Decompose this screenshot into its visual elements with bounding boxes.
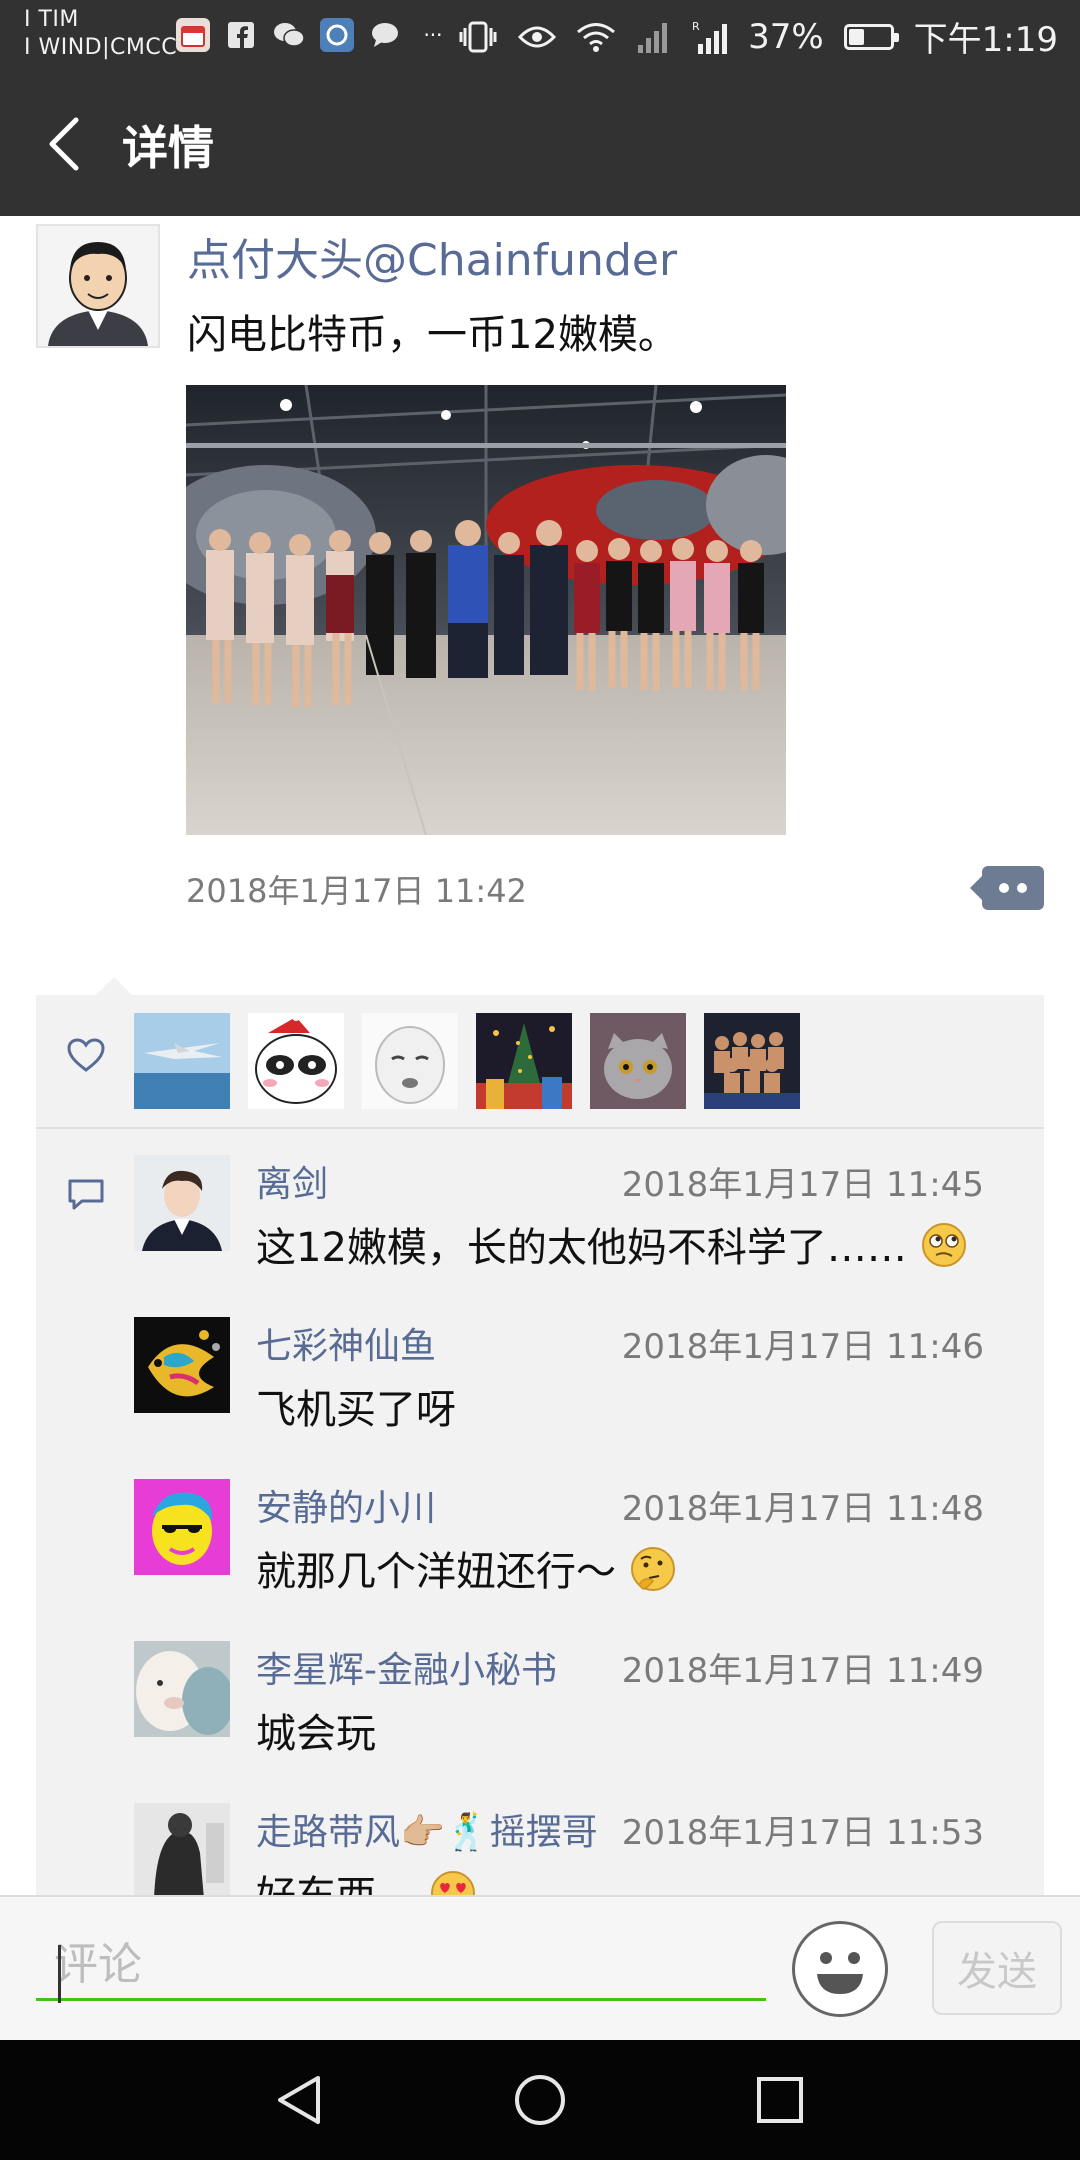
commenter-avatar[interactable] [134, 1641, 230, 1737]
system-navigation-bar [0, 2040, 1080, 2160]
comment-body: 飞机买了呀 [256, 1387, 456, 1433]
eye-icon [518, 26, 557, 47]
commenter-name[interactable]: 李星辉-金融小秘书 [256, 1641, 557, 1693]
panel-pointer [96, 977, 132, 995]
thinking-eyes-emoji-icon [921, 1223, 966, 1267]
commenter-name[interactable]: 安静的小川 [256, 1479, 436, 1531]
battery-icon [843, 23, 899, 50]
nav-home-button[interactable] [504, 2064, 576, 2136]
commenter-name[interactable]: 七彩神仙鱼 [256, 1317, 436, 1369]
smiley-icon [817, 1952, 863, 1994]
commenter-avatar[interactable] [134, 1479, 230, 1575]
likes-row [36, 995, 1044, 1129]
wechat-icon [272, 18, 306, 52]
nav-recents-button[interactable] [744, 2064, 816, 2136]
comment-input-bar: 发送 [0, 1895, 1080, 2042]
commenter-avatar[interactable] [134, 1803, 230, 1899]
post-author-name[interactable]: 点付大头@Chainfunder [187, 224, 677, 288]
commenter-name[interactable]: 离剑 [256, 1155, 328, 1207]
carrier-info: I TIM I WIND|CMCC [24, 6, 177, 62]
panda-avatar[interactable] [248, 1013, 344, 1109]
heart-icon [67, 1038, 105, 1072]
wifi-icon [577, 22, 616, 52]
status-time: 下午1:19 [913, 20, 1058, 60]
comment-timestamp: 2018年1月17日 11:46 [621, 1327, 984, 1367]
comment-body: 城会玩 [256, 1711, 376, 1757]
post-photo[interactable] [186, 385, 786, 835]
author-avatar[interactable] [36, 224, 160, 348]
signal-icon [638, 22, 668, 53]
group-avatar[interactable] [704, 1013, 800, 1109]
page-title: 详情 [122, 121, 214, 175]
post-content: 闪电比特币，一币12嫩模。 [187, 312, 678, 358]
comment-timestamp: 2018年1月17日 11:49 [621, 1651, 984, 1691]
carrier-1: I TIM [24, 7, 79, 32]
comment-body: 就那几个洋妞还行～ [256, 1549, 616, 1595]
dot-icon [999, 883, 1009, 893]
svg-text:R: R [692, 20, 700, 33]
comment-item[interactable]: 李星辉-金融小秘书 2018年1月17日 11:49 城会玩 [36, 1641, 1044, 1803]
cat-avatar[interactable] [590, 1013, 686, 1109]
browser-icon [320, 18, 354, 52]
circle-home-icon [515, 2075, 565, 2125]
thinking-emoji-icon [630, 1547, 675, 1591]
calendar-icon [176, 18, 210, 52]
nav-back-button[interactable] [264, 2064, 336, 2136]
interaction-panel: 离剑 2018年1月17日 11:45 这12嫩模，长的太他妈不科学了…… 七彩… [36, 977, 1044, 1919]
dot-icon [1017, 883, 1027, 893]
commenter-name[interactable]: 走路带风👉🏼🕺摇摆哥 [256, 1803, 598, 1855]
carrier-2: I WIND|CMCC [24, 35, 178, 60]
more-icon: ··· [423, 23, 443, 47]
comment-timestamp: 2018年1月17日 11:48 [621, 1489, 984, 1529]
comment-timestamp: 2018年1月17日 11:53 [621, 1813, 984, 1853]
comment-item[interactable]: 离剑 2018年1月17日 11:45 这12嫩模，长的太他妈不科学了…… [36, 1155, 1044, 1317]
comment-timestamp: 2018年1月17日 11:45 [621, 1165, 984, 1205]
notification-icons: ··· [176, 18, 450, 52]
post-timestamp: 2018年1月17日 11:42 [186, 872, 527, 910]
vibrate-icon [459, 21, 497, 52]
post-action-button[interactable] [970, 866, 1044, 910]
crowd-avatar[interactable] [476, 1013, 572, 1109]
comment-body: 这12嫩模，长的太他妈不科学了…… [256, 1225, 907, 1271]
text-cursor [58, 1945, 61, 2003]
title-bar: 详情 [0, 72, 1080, 216]
system-status: R 37% 下午1:19 [458, 12, 1058, 61]
facebook-icon [224, 18, 258, 52]
message-icon [368, 18, 402, 52]
meme-face-avatar[interactable] [362, 1013, 458, 1109]
battery-level [848, 28, 864, 45]
comment-text: 飞机买了呀 [256, 1377, 456, 1435]
comment-text: 城会玩 [256, 1701, 376, 1759]
comment-text: 这12嫩模，长的太他妈不科学了…… [256, 1215, 968, 1273]
comment-input[interactable] [36, 1931, 766, 2001]
send-button[interactable]: 发送 [932, 1921, 1062, 2015]
comment-item[interactable]: 七彩神仙鱼 2018年1月17日 11:46 飞机买了呀 [36, 1317, 1044, 1479]
comment-item[interactable]: 安静的小川 2018年1月17日 11:48 就那几个洋妞还行～ [36, 1479, 1044, 1641]
battery-percent: 37% [748, 16, 824, 57]
comment-text: 就那几个洋妞还行～ [256, 1539, 677, 1597]
chevron-left-icon [49, 117, 79, 171]
roaming-signal-icon: R [692, 20, 728, 54]
square-recents-icon [757, 2077, 803, 2123]
aircraft-avatar[interactable] [134, 1013, 230, 1109]
triangle-back-icon [278, 2076, 320, 2124]
emoji-button[interactable] [792, 1921, 888, 2017]
commenter-avatar[interactable] [134, 1317, 230, 1413]
commenter-avatar[interactable] [134, 1155, 230, 1251]
back-button[interactable] [32, 110, 96, 178]
status-bar: I TIM I WIND|CMCC ··· R 37% 下午1:19 [0, 0, 1080, 72]
